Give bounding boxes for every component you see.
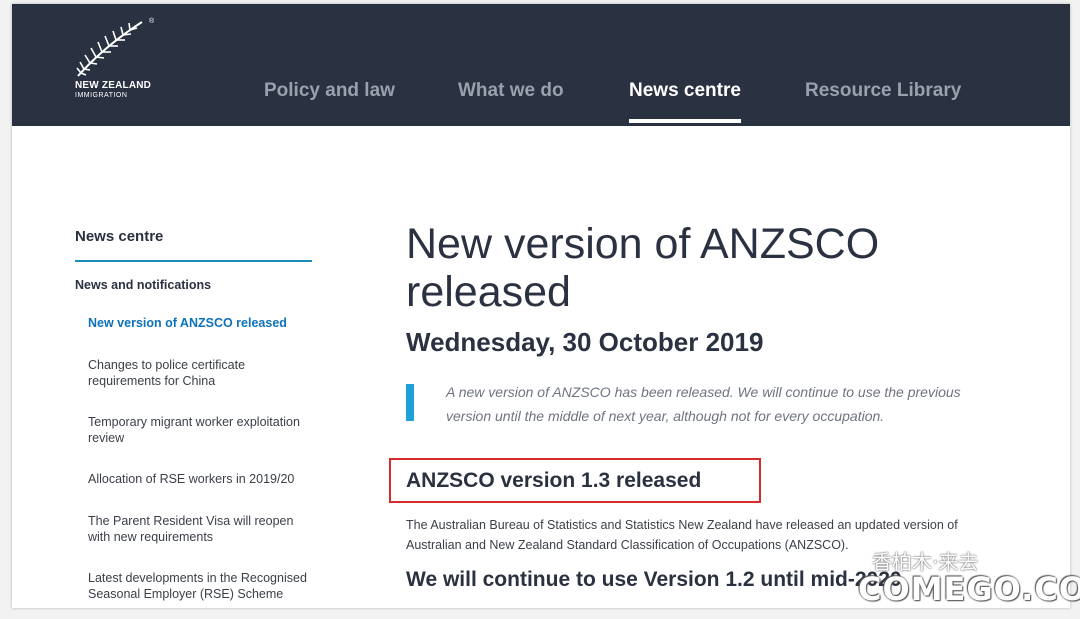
sidebar-item-exploitation-review[interactable]: Temporary migrant worker exploitation re… bbox=[88, 414, 313, 446]
logo-line-1: NEW ZEALAND bbox=[75, 80, 152, 91]
article-intro: A new version of ANZSCO has been release… bbox=[446, 384, 961, 424]
watermark-en: COMEGO.COM bbox=[858, 570, 1080, 608]
page-title: New version of ANZSCO released bbox=[406, 220, 880, 316]
sidebar-item-rse-allocation[interactable]: Allocation of RSE workers in 2019/20 bbox=[88, 471, 313, 487]
logo-line-2: IMMIGRATION bbox=[75, 92, 128, 99]
sidebar-divider bbox=[75, 260, 312, 262]
sidebar-section-heading[interactable]: News and notifications bbox=[75, 278, 211, 292]
sidebar-item-parent-visa[interactable]: The Parent Resident Visa will reopen wit… bbox=[88, 513, 313, 545]
nav-policy-and-law[interactable]: Policy and law bbox=[264, 80, 395, 102]
intro-accent-bar bbox=[406, 384, 414, 421]
silver-fern-icon bbox=[76, 21, 143, 77]
sidebar-item-anzsco[interactable]: New version of ANZSCO released bbox=[88, 315, 313, 331]
article-date: Wednesday, 30 October 2019 bbox=[406, 327, 764, 357]
section-heading-1: ANZSCO version 1.3 released bbox=[406, 469, 702, 492]
watermark: 香柏木·来去 COMEGO.COM bbox=[858, 544, 1080, 614]
article: New version of ANZSCO released Wednesday… bbox=[389, 4, 1045, 608]
browser-viewport: ® NEW ZEALAND IMMIGRATION Policy and law… bbox=[12, 4, 1070, 608]
sidebar-title[interactable]: News centre bbox=[75, 228, 163, 245]
registered-mark: ® bbox=[149, 18, 155, 25]
section-heading-2: We will continue to use Version 1.2 unti… bbox=[406, 568, 902, 591]
sidebar-item-rse-developments[interactable]: Latest developments in the Recognised Se… bbox=[88, 570, 313, 602]
nz-immigration-logo[interactable]: ® NEW ZEALAND IMMIGRATION bbox=[74, 18, 164, 108]
sidebar-item-police-certificate[interactable]: Changes to police certificate requiremen… bbox=[88, 357, 313, 389]
